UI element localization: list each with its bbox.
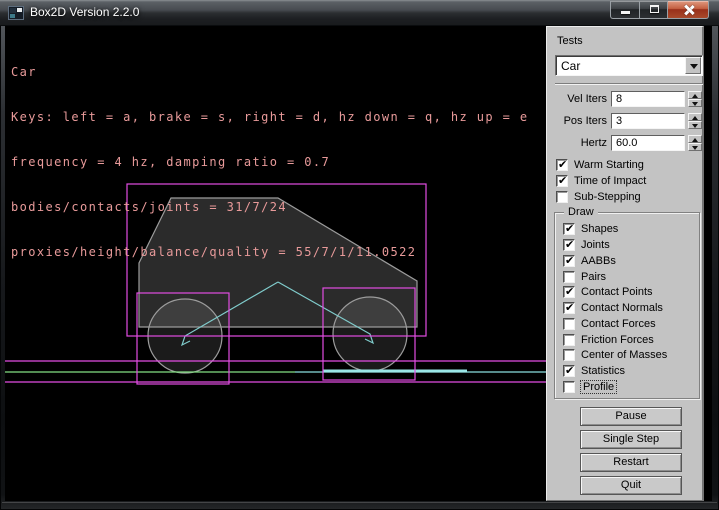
keys-help-text: Keys: left = a, brake = s, right = d, hz… [11,110,528,125]
checkbox-icon [563,318,575,330]
test-title-text: Car [11,65,528,80]
vel-iters-label: Vel Iters [547,93,607,105]
profile-label: Profile [581,381,616,393]
arrow-down-icon [692,124,698,128]
test-select-dropdown[interactable]: Car [555,55,703,76]
vel-iters-input[interactable] [611,91,685,107]
checkbox-icon: ✔ [563,365,575,377]
pos-iters-input[interactable] [611,113,685,129]
checkbox-icon [563,349,575,361]
checkbox-icon: ✔ [563,286,575,298]
vel-iters-up-button[interactable] [688,91,702,99]
warm-starting-label: Warm Starting [574,159,644,171]
center-of-masses-label: Center of Masses [581,349,667,361]
minimize-icon [621,11,630,14]
draw-groupbox: Draw ✔ Shapes ✔ Joints ✔ AABBs Pairs [554,212,700,399]
pos-iters-label: Pos Iters [547,115,607,127]
checkbox-icon: ✔ [563,223,575,235]
checkbox-icon [563,381,575,393]
vel-iters-down-button[interactable] [688,99,702,107]
shapes-label: Shapes [581,223,618,235]
close-button[interactable] [667,1,709,19]
sub-stepping-label: Sub-Stepping [574,191,641,203]
arrow-up-icon [692,116,698,120]
vel-iters-row: Vel Iters [547,91,705,108]
client-area: Car Keys: left = a, brake = s, right = d… [5,26,712,501]
contact-points-label: Contact Points [581,286,653,298]
stats-proxies-text: proxies/height/balance/quality = 55/7/1/… [11,245,528,260]
time-of-impact-label: Time of Impact [574,175,646,187]
hertz-row: Hertz [547,135,705,152]
pairs-label: Pairs [581,271,606,283]
checkbox-icon: ✔ [556,175,568,187]
tests-label: Tests [557,35,583,47]
minimize-button[interactable] [610,1,640,19]
aabbs-label: AABBs [581,255,616,267]
stats-bodies-text: bodies/contacts/joints = 31/7/24 [11,200,528,215]
debug-text-overlay: Car Keys: left = a, brake = s, right = d… [11,35,528,290]
hertz-up-button[interactable] [688,135,702,143]
arrow-up-icon [692,94,698,98]
pos-iters-up-button[interactable] [688,113,702,121]
contact-normals-label: Contact Normals [581,302,663,314]
restart-button[interactable]: Restart [580,453,682,472]
pause-button[interactable]: Pause [580,407,682,426]
hertz-label: Hertz [547,137,607,149]
checkbox-icon [563,271,575,283]
control-panel: Tests Car Vel Iters Pos Iters [546,26,704,501]
hertz-stepper [688,135,702,151]
friction-forces-label: Friction Forces [581,334,654,346]
maximize-button[interactable] [639,1,668,19]
checkbox-icon [556,191,568,203]
separator [555,83,703,85]
statistics-label: Statistics [581,365,625,377]
app-window: Box2D Version 2.2.0 [0,0,719,510]
pos-iters-row: Pos Iters [547,113,705,130]
checkbox-icon: ✔ [563,255,575,267]
arrow-down-icon [692,146,698,150]
test-selected-value: Car [561,59,580,73]
arrow-up-icon [692,138,698,142]
checkbox-icon [563,334,575,346]
contact-forces-label: Contact Forces [581,318,656,330]
window-bottom-edge [2,502,717,503]
checkbox-icon: ✔ [556,159,568,171]
app-icon [8,5,24,21]
hertz-down-button[interactable] [688,143,702,151]
window-controls [611,1,709,19]
maximize-icon [650,5,659,13]
joints-label: Joints [581,239,610,251]
checkbox-icon: ✔ [563,239,575,251]
quit-button[interactable]: Quit [580,476,682,495]
dropdown-button[interactable] [685,57,701,74]
close-icon [684,5,694,15]
pos-iters-stepper [688,113,702,129]
single-step-button[interactable]: Single Step [580,430,682,449]
title-bar[interactable]: Box2D Version 2.2.0 [0,0,719,26]
frequency-text: frequency = 4 hz, damping ratio = 0.7 [11,155,528,170]
window-title: Box2D Version 2.2.0 [30,5,139,19]
hertz-input[interactable] [611,135,685,151]
pos-iters-down-button[interactable] [688,121,702,129]
vel-iters-stepper [688,91,702,107]
arrow-down-icon [692,102,698,106]
draw-group-title: Draw [564,206,598,218]
chevron-down-icon [690,64,698,69]
checkbox-icon: ✔ [563,302,575,314]
